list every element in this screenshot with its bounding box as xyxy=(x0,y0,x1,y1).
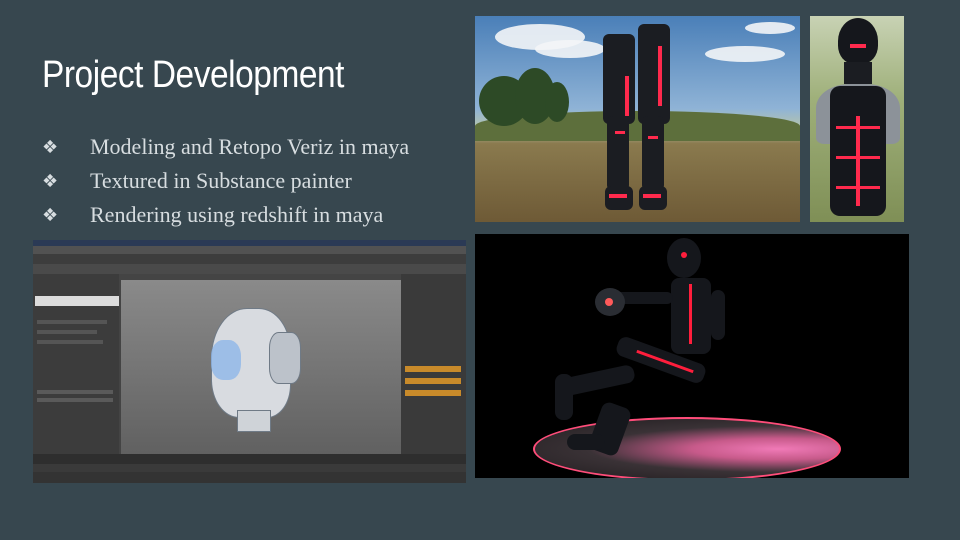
bullet-item: ❖ Textured in Substance painter xyxy=(42,164,409,198)
maya-screenshot-image xyxy=(33,240,466,483)
diamond-bullet-icon: ❖ xyxy=(42,170,59,192)
bullet-text: Modeling and Retopo Veriz in maya xyxy=(90,134,410,159)
full-body-render-image xyxy=(475,234,909,478)
legs-render-image xyxy=(475,16,800,222)
bullet-item: ❖ Modeling and Retopo Veriz in maya xyxy=(42,130,409,164)
diamond-bullet-icon: ❖ xyxy=(42,204,59,226)
bullet-text: Textured in Substance painter xyxy=(90,168,352,193)
slide-title: Project Development xyxy=(42,54,345,96)
bullet-text: Rendering using redshift in maya xyxy=(90,202,384,227)
bust-render-image xyxy=(810,16,904,222)
bullet-item: ❖ Rendering using redshift in maya xyxy=(42,198,409,232)
diamond-bullet-icon: ❖ xyxy=(42,136,59,158)
bullet-list: ❖ Modeling and Retopo Veriz in maya ❖ Te… xyxy=(42,130,409,232)
